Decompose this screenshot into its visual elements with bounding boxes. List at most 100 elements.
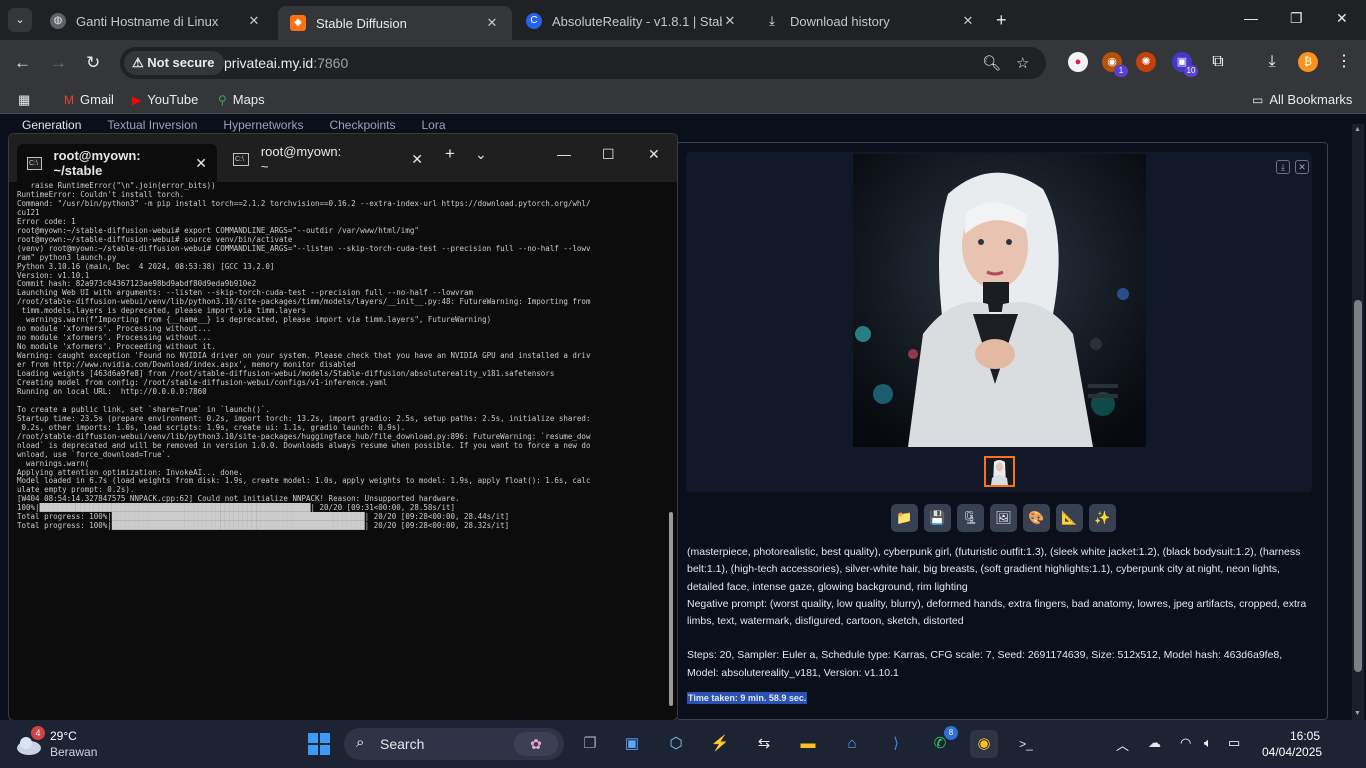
bookmark-maps[interactable]: ⚲ Maps [218,92,265,107]
start-button[interactable] [308,733,330,755]
download-image-button[interactable]: ⤓ [1276,160,1290,174]
restore-button[interactable]: ❐ [1290,10,1303,27]
forward-button[interactable]: → [50,53,67,73]
puzzle-icon[interactable]: ⧉ [1208,52,1228,72]
extension-icon-4[interactable]: ▣ 10 [1172,52,1198,77]
gallery-thumbnail[interactable] [984,456,1015,487]
close-icon[interactable]: ✕ [195,155,207,172]
save-icon[interactable]: 💾 [924,504,951,532]
chrome-icon[interactable]: ◉ [970,730,998,758]
virtualbox-icon[interactable]: ⬡ [662,730,690,758]
terminal-output[interactable]: raise RuntimeError("\n".join(error_bits)… [17,181,663,531]
generated-image[interactable] [853,154,1146,447]
network-drive-icon[interactable]: ⌂ [838,730,866,758]
terminal-scrollbar[interactable] [669,512,673,706]
tab-stable-diffusion[interactable]: ◆ Stable Diffusion ✕ [278,6,512,40]
security-chip[interactable]: ⚠ Not secure [124,51,225,75]
close-icon[interactable]: ✕ [484,15,500,31]
zip-icon[interactable]: 🗜 [957,504,984,532]
terminal-app-icon[interactable]: >_ [1012,730,1040,758]
scroll-down-icon[interactable]: ▼ [1354,710,1361,717]
palette-icon[interactable]: 🎨 [1023,504,1050,532]
all-bookmarks[interactable]: ▭ All Bookmarks [1252,92,1352,107]
window-close-button[interactable]: ✕ [1336,10,1348,27]
extension-icon-2[interactable]: ◉ 1 [1102,52,1128,77]
url-port: :7860 [313,55,349,71]
tray-app-icon[interactable]: ☁ [1148,735,1161,751]
image-icon[interactable]: 🖼 [990,504,1017,532]
terminal-close-button[interactable]: ✕ [648,146,660,163]
page-scrollbar[interactable]: ▲ ▼ [1352,124,1364,720]
tray-overflow-icon[interactable]: ︿ [1116,735,1129,754]
scroll-up-icon[interactable]: ▲ [1354,126,1361,133]
file-explorer-icon[interactable]: ▬ [794,730,822,758]
downloads-icon[interactable]: ⤓ [1262,52,1282,72]
zoom-icon[interactable]: 🔍︎ [982,54,1001,72]
close-icon[interactable]: ✕ [246,13,262,29]
battery-icon[interactable]: ▭ [1228,735,1240,751]
close-icon[interactable]: ✕ [411,151,423,168]
terminal-tab-home[interactable]: C:\ root@myown: ~ ✕ [223,144,433,174]
terminal-line: wnload, use `force_download=True`. [17,449,171,459]
terminal-tab-stable[interactable]: C:\ root@myown: ~/stable ✕ [17,144,217,182]
menu-icon[interactable]: ⋮ [1334,52,1354,72]
clock-date[interactable]: 04/04/2025 [1262,745,1322,759]
bookmark-star-icon[interactable]: ☆ [1016,54,1029,72]
tab-title: Download history [790,13,890,29]
bolt-app-icon[interactable]: ⚡ [706,730,734,758]
address-bar[interactable]: ⚠ Not secure privateai.my.id:7860 🔍︎ ☆ [120,47,1046,79]
weather-description[interactable]: Berawan [50,745,97,759]
tab-title: Stable Diffusion [316,15,407,31]
bookmark-youtube[interactable]: ▶ YouTube [132,92,198,107]
terminal-tab-title: root@myown: ~/stable [53,148,141,178]
folder-icon[interactable]: 📁 [891,504,918,532]
prompt-text: (masterpiece, photorealistic, best quali… [687,546,1301,593]
extension-badge: 1 [1114,65,1128,77]
ruler-icon[interactable]: 📐 [1056,504,1083,532]
terminal-icon: C:\ [233,152,249,166]
civitai-icon: C [526,13,542,29]
tab-download-history[interactable]: ⤓ Download history ✕ [752,6,988,36]
wifi-icon[interactable]: ◠ [1180,735,1191,751]
tab-absolutereality[interactable]: C AbsoluteReality - v1.8.1 | Stable ✕ [514,6,750,36]
minimize-button[interactable]: — [1244,10,1258,26]
weather-badge: 4 [31,726,45,740]
clock-time[interactable]: 16:05 [1290,729,1320,743]
reload-button[interactable]: ↻ [86,53,100,73]
close-icon[interactable]: ✕ [960,13,976,29]
screenshot-app-icon[interactable]: ▣ [618,730,646,758]
sparkle-icon[interactable]: ✨ [1089,504,1116,532]
tab-ganti-hostname[interactable]: ◍ Ganti Hostname di Linux ✕ [38,6,274,36]
file-sync-icon[interactable]: ⇆ [750,730,778,758]
browser-toolbar: ← → ↻ ⚠ Not secure privateai.my.id:7860 … [0,40,1366,86]
dropdown-chevron-icon[interactable]: ⌄ [475,146,487,163]
terminal-minimize-button[interactable]: — [557,146,571,162]
bookmark-label: All Bookmarks [1269,92,1353,107]
bookmark-label: Maps [232,92,265,107]
task-view-icon[interactable]: ❐ [576,730,604,758]
bookmark-label: YouTube [147,92,199,107]
terminal-line: Command: "/usr/bin/python3" -m pip insta… [17,198,591,208]
temperature[interactable]: 29°C [50,729,77,743]
url-text[interactable]: privateai.my.id:7860 [224,55,348,71]
terminal-line: Python 3.10.16 (main, Dec 4 2024, 08:53:… [17,261,275,271]
scrollbar-thumb[interactable] [1354,300,1362,672]
bookmark-gmail[interactable]: M Gmail [64,92,114,107]
apps-icon[interactable]: ▦ [18,92,30,108]
new-terminal-tab-button[interactable]: + [445,144,455,164]
bitcoin-icon[interactable]: ₿ [1298,52,1318,72]
taskbar-search[interactable]: ⌕ Search ✿ [344,728,564,760]
image-actions-toolbar: 📁 💾 🗜 🖼 🎨 📐 ✨ [891,504,1116,532]
close-image-button[interactable]: ✕ [1295,160,1309,174]
vscode-icon[interactable]: ⟩ [882,730,910,758]
whatsapp-icon[interactable]: ✆ 8 [926,726,958,758]
tab-search-button[interactable]: ⌄ [8,8,32,32]
cookie-icon[interactable]: ✺ [1136,52,1156,72]
new-tab-button[interactable]: + [996,10,1007,31]
close-icon[interactable]: ✕ [722,13,738,29]
terminal-window[interactable]: C:\ root@myown: ~/stable ✕ C:\ root@myow… [8,133,678,721]
volume-icon[interactable]: 🔈︎ [1204,735,1212,751]
extension-icon-1[interactable]: ● [1068,52,1088,72]
terminal-maximize-button[interactable]: ☐ [602,146,615,163]
back-button[interactable]: ← [14,53,31,73]
